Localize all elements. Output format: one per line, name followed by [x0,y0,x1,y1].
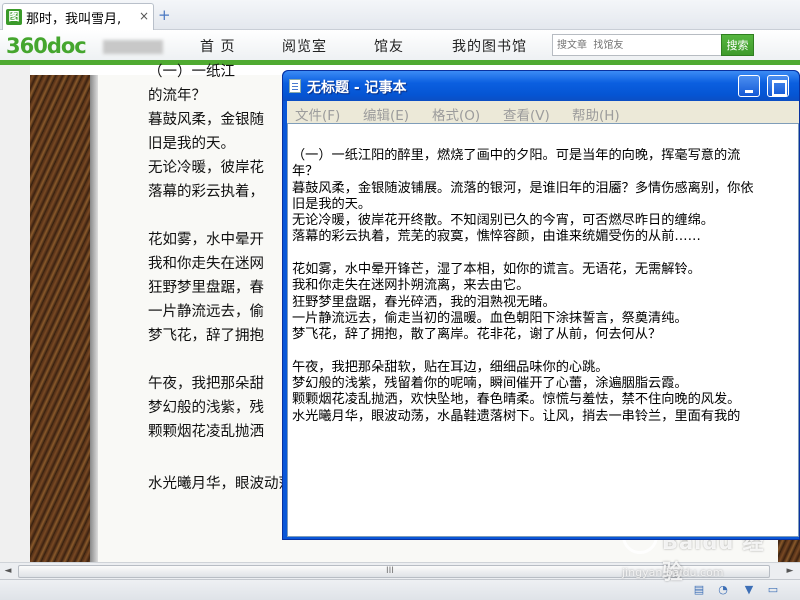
scroll-left-icon[interactable]: ◄ [2,565,14,577]
page-shadow [90,75,98,562]
notepad-app-icon [289,79,301,93]
search-button[interactable]: 搜索 [721,34,754,56]
logo-blurred-area [103,40,163,54]
search-input[interactable] [552,34,722,56]
article-line: 颗颗烟花凌乱抛洒 [148,424,264,440]
tab-title: 那时，我叫雪月, [26,11,122,27]
menu-view[interactable]: 查看(V) [503,104,550,124]
logo-text: 360doc [6,34,87,58]
minimize-button[interactable] [738,75,760,97]
menu-edit[interactable]: 编辑(E) [363,104,409,124]
article-line: 无论冷暖，彼岸花 [148,160,264,176]
nav-reading-room[interactable]: 阅览室 [282,36,327,56]
browser-tab[interactable]: 图 那时，我叫雪月, × [2,3,154,30]
article-line: （一）一纸江 [148,64,235,80]
left-margin [0,65,30,562]
notepad-line: 梦飞花，辞了拥抱，散了离岸。花非花，谢了从前，何去何从？ [292,327,662,343]
notepad-line: 无论冷暖，彼岸花开终散。不知阔别已久的今宵，可否燃尽昨日的缠绵。 [292,213,714,229]
article-line: 的流年？ [148,88,206,104]
article-line: 花如雾，水中晕开 [148,232,264,248]
nav-home[interactable]: 首 页 [200,36,235,56]
article-line: 我和你走失在迷网 [148,256,264,272]
notepad-text-area[interactable]: （一）一纸江阳的醉里，燃烧了画中的夕阳。可是当年的向晚，挥毫写意的流 年？ 暮鼓风柔… [287,123,799,537]
article-line: 狂野梦里盘踞，春 [148,280,264,296]
notepad-line: 午夜，我把那朵甜软，贴在耳边，细细品味你的心跳。 [292,359,609,375]
watermark-url: jingyan.baidu.com [622,566,724,579]
notepad-line: 落幕的彩云执着，荒芜的寂寞，憔悴容颜，由谁来统媚受伤的从前…… [292,229,701,245]
article-line [148,204,288,228]
new-tab-icon[interactable]: + [158,6,171,24]
notepad-menubar: 文件(F) 编辑(E) 格式(O) 查看(V) 帮助(H) [287,101,799,124]
menu-format[interactable]: 格式(O) [432,104,480,124]
notepad-line: 一片静流远去，偷走当初的温暖。血色朝阳下涂抹誓言，祭奠清纯。 [292,310,688,326]
wood-border-left [30,75,90,562]
menu-help[interactable]: 帮助(H) [572,104,620,124]
notepad-line: 颗颗烟花凌乱抛洒，欢快坠地，春色晴柔。惊慌与羞怯，禁不住向晚的风发。 [292,392,741,408]
article-line: 梦飞花，辞了拥抱 [148,328,264,344]
site-favicon-icon: 图 [6,9,22,25]
notepad-titlebar[interactable]: 无标题 - 记事本 [283,71,799,101]
notepad-window: 无标题 - 记事本 文件(F) 编辑(E) 格式(O) 查看(V) 帮助(H) … [282,70,800,540]
menu-file[interactable]: 文件(F) [295,104,340,124]
article-line [148,348,288,372]
article-line: 落幕的彩云执着， [148,184,264,200]
maximize-button[interactable] [767,75,789,97]
notepad-line: 水光曦月华，眼波动荡，水晶鞋遗落树下。让风，捎去一串铃兰，里面有我的 [292,408,741,424]
notepad-line [292,246,798,262]
notepad-line: 梦幻般的浅紫，残留着你的呢喃，瞬间催开了心蕾，涂遍胭脂云霞。 [292,376,688,392]
nav-my-library[interactable]: 我的图书馆 [452,36,527,56]
nav-friends[interactable]: 馆友 [374,36,404,56]
notepad-line: （一）一纸江阳的醉里，燃烧了画中的夕阳。可是当年的向晚，挥毫写意的流 [292,148,741,163]
article-line: 梦幻般的浅紫，残 [148,400,264,416]
notepad-content: （一）一纸江阳的醉里，燃烧了画中的夕阳。可是当年的向晚，挥毫写意的流 年？ 暮鼓风柔… [292,148,798,425]
scroll-right-icon[interactable]: ► [784,565,796,577]
notepad-line: 年？ [292,164,319,180]
article-line: 一片静流远去，偷 [148,304,264,320]
notepad-line: 我和你走失在迷网扑朔流离，来去由它。 [292,278,530,294]
close-tab-icon[interactable]: × [139,9,149,23]
notepad-line [292,344,798,360]
notepad-line: 花如雾，水中晕开锋芒，湿了本相，如你的谎言。无语花，无需解铃。 [292,262,701,278]
notepad-title: 无标题 - 记事本 [307,80,407,96]
notepad-line: 狂野梦里盘踞，春光碎洒，我的泪熟视无睹。 [292,294,556,310]
site-navbar: 360doc 首 页 阅览室 馆友 我的图书馆 搜索 [0,30,800,60]
scroll-grip-icon: III [386,566,394,576]
notepad-line: 暮鼓风柔，金银随波铺展。流落的银河，是谁旧年的泪靥？多情伤感离别，你依 [292,180,754,196]
site-logo[interactable]: 360doc [6,34,163,58]
article-line: 旧是我的天。 [148,136,235,152]
article-line: 午夜，我把那朵甜 [148,376,264,392]
browser-tab-strip: 图 那时，我叫雪月, × + [0,0,800,30]
article-line: 暮鼓风柔，金银随 [148,112,264,128]
notepad-line: 旧是我的天。 [292,196,372,212]
article-text: （一）一纸江 的流年？ 暮鼓风柔，金银随 旧是我的天。无论冷暖，彼岸花 落幕的彩云执着，… [148,60,288,444]
